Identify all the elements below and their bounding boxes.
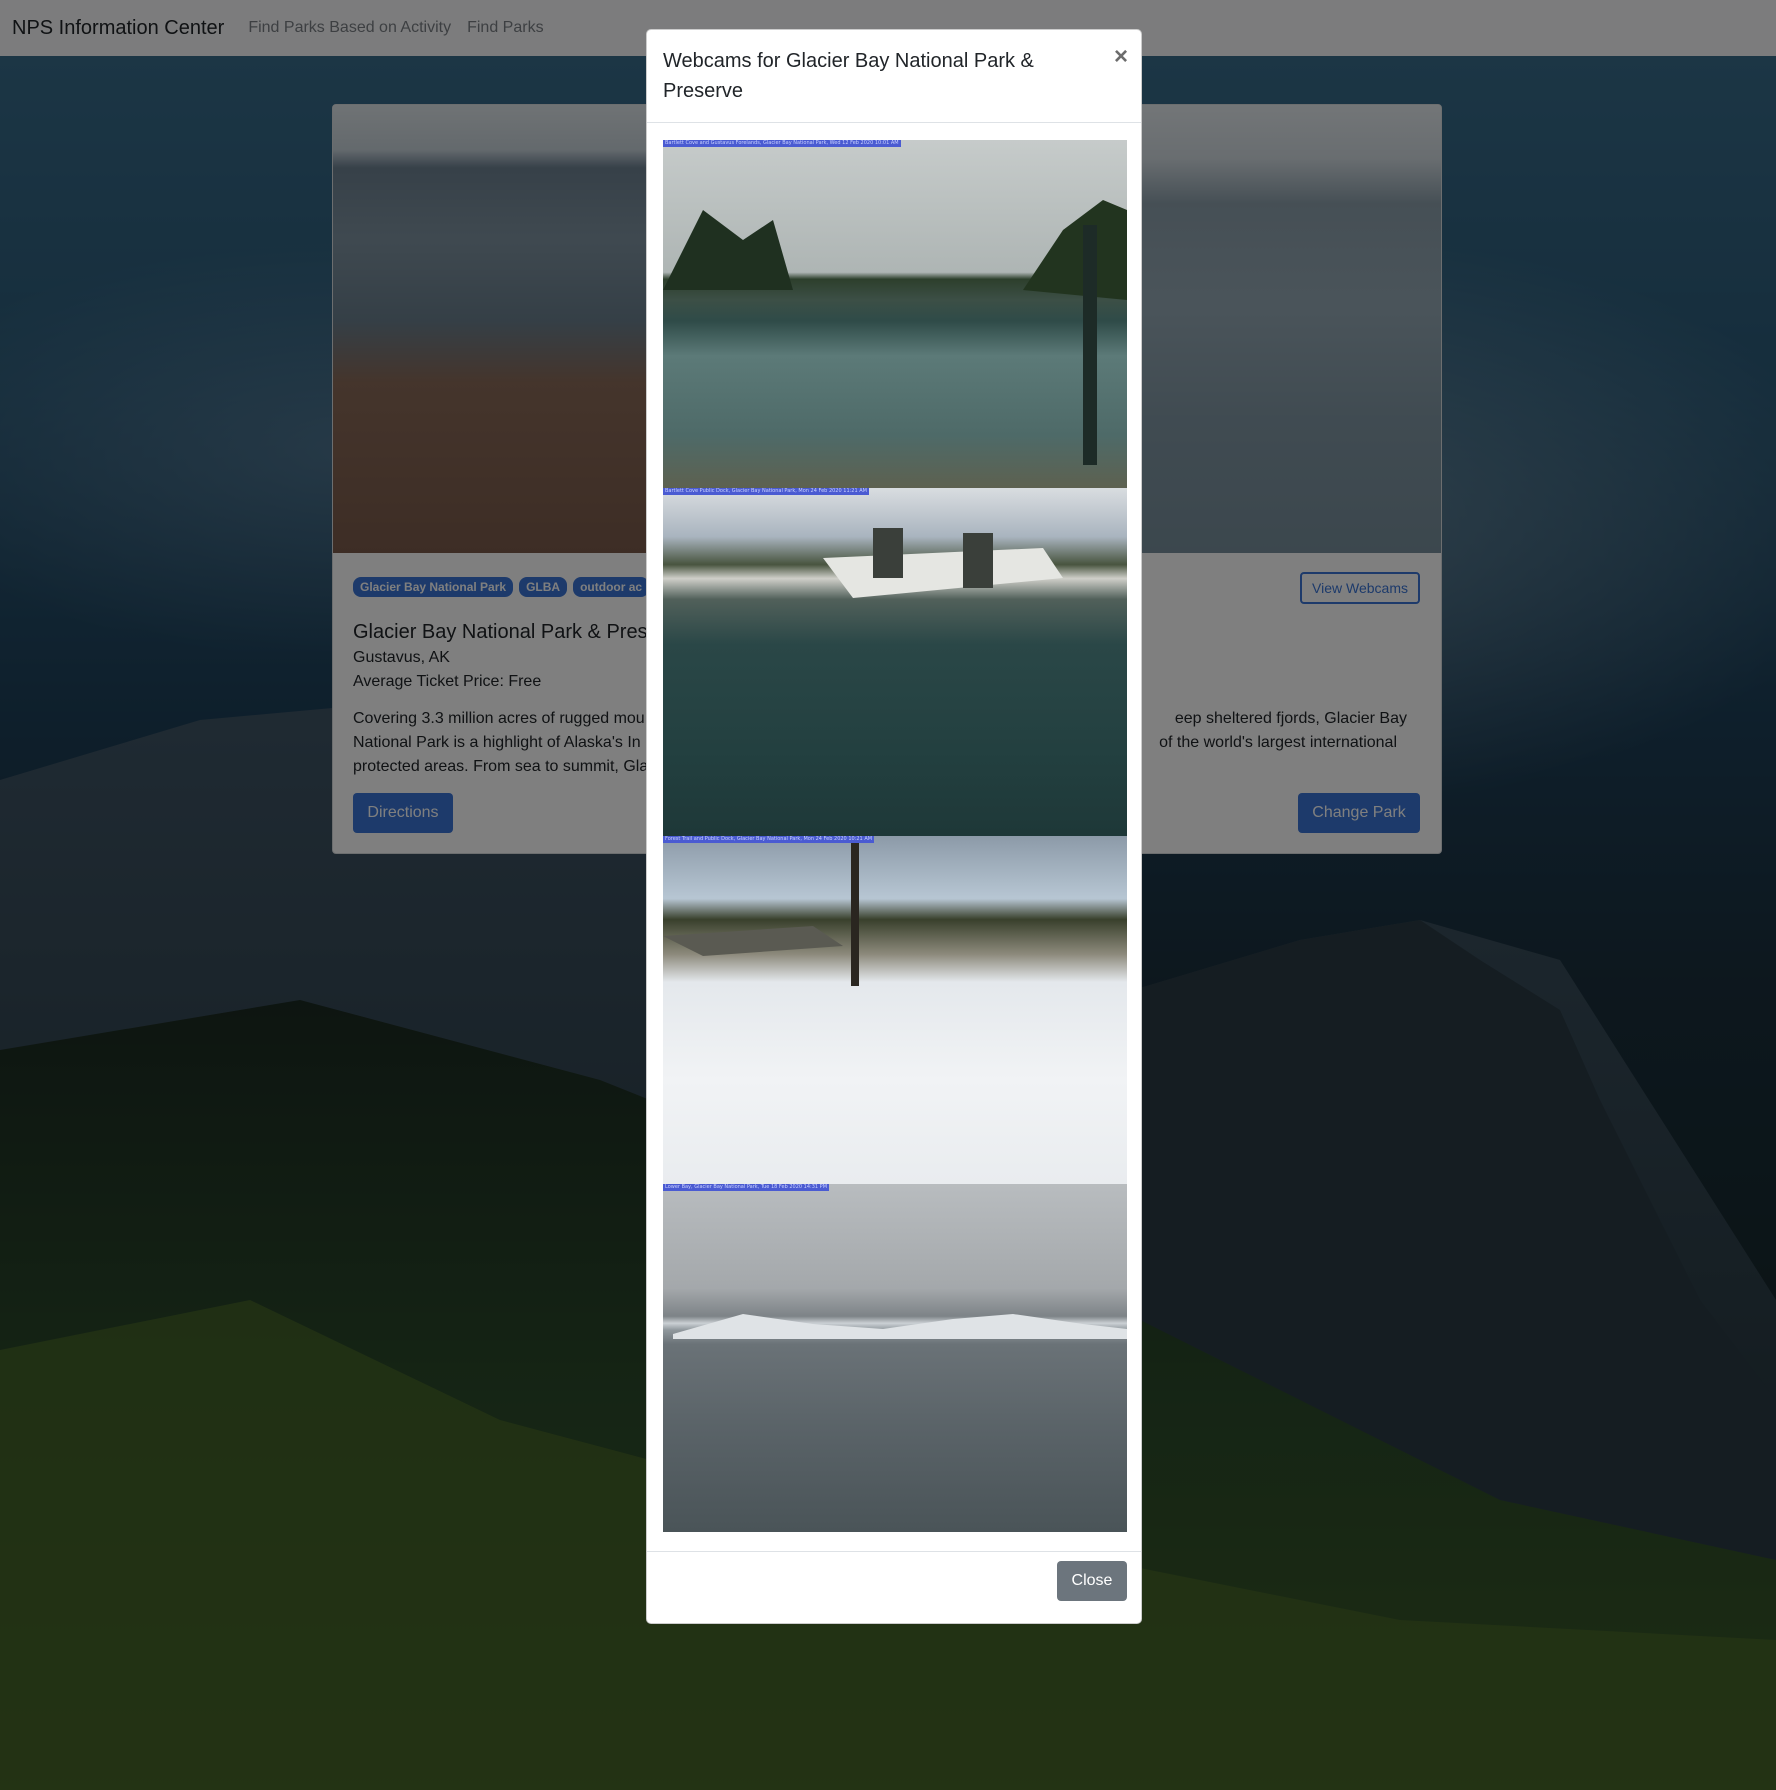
modal-title: Webcams for Glacier Bay National Park & … (663, 50, 1034, 102)
webcam-image: Bartlett Cove Public Dock, Glacier Bay N… (663, 488, 1127, 836)
webcam-scene (673, 1314, 1127, 1339)
modal-header: Webcams for Glacier Bay National Park & … (647, 30, 1141, 123)
close-button[interactable]: Close (1057, 1561, 1127, 1601)
webcam-scene (823, 528, 1063, 598)
webcam-timestamp-label: Forest Trail and Public Dock, Glacier Ba… (663, 836, 875, 843)
webcams-modal: Webcams for Glacier Bay National Park & … (646, 29, 1142, 1624)
webcam-image: Forest Trail and Public Dock, Glacier Ba… (663, 836, 1127, 1184)
webcam-scene (663, 200, 1127, 465)
modal-body: Bartlett Cove and Gustavus Forelands, Gl… (663, 140, 1127, 1532)
webcam-timestamp-label: Bartlett Cove and Gustavus Forelands, Gl… (663, 140, 901, 147)
webcam-image: Bartlett Cove and Gustavus Forelands, Gl… (663, 140, 1127, 488)
webcam-timestamp-label: Bartlett Cove Public Dock, Glacier Bay N… (663, 488, 869, 495)
webcam-image: Lower Bay, Glacier Bay National Park, Tu… (663, 1184, 1127, 1532)
modal-footer: Close (647, 1551, 1141, 1623)
webcam-timestamp-label: Lower Bay, Glacier Bay National Park, Tu… (663, 1184, 830, 1191)
webcam-scene (663, 836, 859, 986)
close-icon[interactable]: × (1109, 44, 1133, 70)
